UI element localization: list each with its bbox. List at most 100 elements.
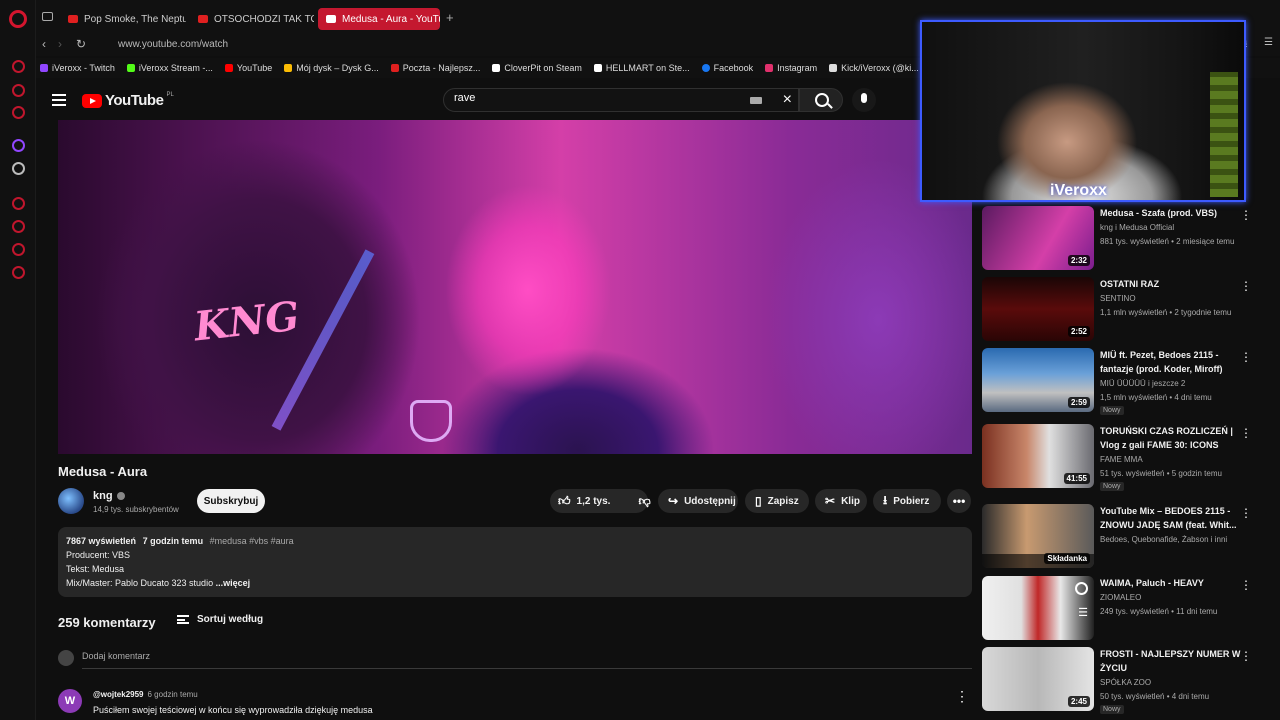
more-options-icon[interactable]: ⋮ bbox=[1240, 506, 1252, 520]
bookmark-item[interactable]: CloverPit on Steam bbox=[492, 63, 582, 73]
new-tab-button[interactable]: + bbox=[446, 10, 454, 25]
bookmark-item[interactable]: iVeroxx - Twitch bbox=[40, 63, 115, 73]
recommendation-channel[interactable]: SENTINO bbox=[1100, 294, 1136, 303]
search-button[interactable] bbox=[799, 88, 843, 112]
recommendation-item[interactable]: ☰ WAIMA, Paluch - HEAVY ZIOMALEO 249 tys… bbox=[982, 576, 1272, 642]
more-options-icon[interactable]: ⋮ bbox=[1240, 279, 1252, 293]
tab-otsochodzi[interactable]: OTSOCHODZI TAK TO LE bbox=[190, 8, 314, 30]
download-button[interactable]: ⭳ Pobierz bbox=[873, 489, 941, 513]
more-options-icon[interactable]: ⋮ bbox=[1240, 208, 1252, 222]
channel-name[interactable]: kng bbox=[93, 490, 125, 502]
video-thumbnail[interactable]: 2:45 bbox=[982, 647, 1094, 711]
reload-icon[interactable]: ↻ bbox=[76, 37, 86, 51]
voice-search-icon[interactable] bbox=[852, 88, 876, 112]
recommendation-title[interactable]: MIÜ ft. Pezet, Bedoes 2115 - fantazje (p… bbox=[1100, 348, 1242, 376]
show-more-link[interactable]: ...więcej bbox=[216, 578, 251, 588]
more-options-icon[interactable]: ⋮ bbox=[1240, 578, 1252, 592]
dislike-button[interactable]: 👎︎ bbox=[638, 494, 650, 509]
sidebar-app-icon[interactable] bbox=[12, 106, 25, 119]
recommendation-item[interactable]: Składanka YouTube Mix – BEDOES 2115 - ZN… bbox=[982, 504, 1272, 570]
video-thumbnail[interactable]: 2:59 bbox=[982, 348, 1094, 412]
duration-badge: 2:32 bbox=[1067, 255, 1090, 266]
bookmark-item[interactable]: Instagram bbox=[765, 63, 817, 73]
recommendation-item[interactable]: 2:59 MIÜ ft. Pezet, Bedoes 2115 - fantaz… bbox=[982, 348, 1272, 415]
description-box[interactable]: 7867 wyświetleń 7 godzin temu #medusa #v… bbox=[58, 527, 972, 597]
sort-icon bbox=[177, 615, 189, 624]
instagram-icon bbox=[765, 64, 774, 72]
recommendation-title[interactable]: FROSTI - NAJLEPSZY NUMER W ŻYCIU bbox=[1100, 647, 1242, 675]
history-icon[interactable] bbox=[12, 220, 25, 233]
settings-icon[interactable] bbox=[12, 266, 25, 279]
sort-comments-button[interactable]: Sortuj według bbox=[177, 614, 263, 625]
comment-author[interactable]: @wojtek2959 6 godzin temu bbox=[93, 690, 198, 699]
opera-logo-icon[interactable] bbox=[9, 10, 27, 28]
recommendation-channel[interactable]: ZIOMALEO bbox=[1100, 593, 1141, 602]
sidebar-player-icon[interactable] bbox=[12, 197, 25, 210]
video-thumbnail[interactable]: ☰ bbox=[982, 576, 1094, 640]
more-options-icon[interactable]: ⋮ bbox=[1240, 649, 1252, 663]
duration-badge: 2:52 bbox=[1067, 326, 1090, 337]
comment-menu-icon[interactable]: ⋮ bbox=[955, 688, 969, 705]
recommendation-item[interactable]: 2:32 Medusa - Szafa (prod. VBS) kng i Me… bbox=[982, 206, 1272, 272]
clear-search-icon[interactable]: × bbox=[783, 91, 792, 109]
recommendation-title[interactable]: Medusa - Szafa (prod. VBS) bbox=[1100, 206, 1242, 220]
sidebar-app-icon[interactable] bbox=[12, 84, 25, 97]
share-button[interactable]: ↪ Udostępnij bbox=[658, 489, 738, 513]
browser-sidebar bbox=[0, 0, 36, 720]
mail-icon bbox=[390, 64, 399, 72]
recommendation-channel[interactable]: kng i Medusa Official bbox=[1100, 223, 1174, 232]
recommendation-channel[interactable]: SPÓŁKA ZOO bbox=[1100, 678, 1151, 687]
hamburger-menu-icon[interactable] bbox=[52, 94, 66, 106]
recommendation-title[interactable]: YouTube Mix – BEDOES 2115 - ZNOWU JADĘ S… bbox=[1100, 504, 1242, 532]
recommendation-title[interactable]: WAIMA, Paluch - HEAVY bbox=[1100, 576, 1242, 590]
video-thumbnail[interactable]: 2:32 bbox=[982, 206, 1094, 270]
recommendation-item[interactable]: 41:55 TORUŃSKI CZAS ROZLICZEŃ | Vlog z g… bbox=[982, 424, 1272, 491]
more-options-icon[interactable]: ⋮ bbox=[1240, 350, 1252, 364]
hashtags[interactable]: #medusa #vbs #aura bbox=[210, 536, 294, 546]
subscribe-button[interactable]: Subskrybuj bbox=[197, 489, 265, 513]
video-player[interactable]: KNG bbox=[58, 120, 972, 454]
bookmark-item[interactable]: Facebook bbox=[701, 63, 753, 73]
back-icon[interactable]: ‹ bbox=[42, 37, 46, 51]
bookmark-item[interactable]: Poczta - Najlepsz... bbox=[390, 63, 480, 73]
add-comment-input[interactable]: Dodaj komentarz bbox=[82, 651, 972, 669]
recommendation-title[interactable]: TORUŃSKI CZAS ROZLICZEŃ | Vlog z gali FA… bbox=[1100, 424, 1242, 452]
recommendation-channel[interactable]: MIÜ ÜÜÜÜÜ i jeszcze 2 bbox=[1100, 379, 1185, 388]
twitch-icon[interactable] bbox=[12, 139, 25, 152]
x-icon[interactable] bbox=[12, 162, 25, 175]
recommendation-title[interactable]: OSTATNI RAZ bbox=[1100, 277, 1242, 291]
youtube-logo[interactable]: YouTube PL bbox=[82, 92, 174, 109]
sidebar-messenger-icon[interactable] bbox=[12, 60, 25, 73]
tab-medusa-aura[interactable]: Medusa - Aura - YouTu bbox=[318, 8, 440, 30]
video-thumbnail[interactable]: 2:52 bbox=[982, 277, 1094, 341]
bookmark-item[interactable]: HELLMART on Ste... bbox=[593, 63, 690, 73]
tab-menu-icon[interactable] bbox=[42, 12, 53, 21]
keyboard-icon[interactable] bbox=[750, 97, 762, 104]
watch-later-icon[interactable] bbox=[1075, 582, 1088, 595]
more-actions-button[interactable]: ••• bbox=[947, 489, 971, 513]
search-input[interactable] bbox=[454, 92, 754, 104]
channel-avatar[interactable] bbox=[58, 488, 84, 514]
like-button[interactable]: 👍︎ 1,2 tys. bbox=[550, 489, 610, 513]
forward-icon[interactable]: › bbox=[58, 37, 62, 51]
video-thumbnail[interactable]: 41:55 bbox=[982, 424, 1094, 488]
tab-pop-smoke[interactable]: Pop Smoke, The Neptunes bbox=[60, 8, 186, 30]
save-button[interactable]: ▯ Zapisz bbox=[745, 489, 809, 513]
more-options-icon[interactable]: ⋮ bbox=[1240, 426, 1252, 440]
bookmark-item[interactable]: Mój dysk – Dysk G... bbox=[284, 63, 379, 73]
recommendation-channel[interactable]: FAME MMA bbox=[1100, 455, 1143, 464]
sidebar-app-icon[interactable] bbox=[12, 243, 25, 256]
bookmark-item[interactable]: YouTube bbox=[224, 63, 272, 73]
comment-avatar[interactable]: W bbox=[58, 689, 82, 713]
recommendation-item[interactable]: 2:45 FROSTI - NAJLEPSZY NUMER W ŻYCIU SP… bbox=[982, 647, 1272, 714]
twitch-icon bbox=[40, 64, 48, 72]
clip-button[interactable]: ✂ Klip bbox=[815, 489, 867, 513]
url-field[interactable]: www.youtube.com/watch bbox=[118, 39, 228, 50]
video-thumbnail[interactable]: Składanka bbox=[982, 504, 1094, 568]
recommendation-item[interactable]: 2:52 OSTATNI RAZ SENTINO 1,1 mln wyświet… bbox=[982, 277, 1272, 343]
add-to-queue-icon[interactable]: ☰ bbox=[1078, 606, 1088, 619]
bookmark-item[interactable]: iVeroxx Stream -... bbox=[126, 63, 213, 73]
bookmark-item[interactable]: Kick/iVeroxx (@ki... bbox=[829, 63, 919, 73]
recommendation-channel[interactable]: Bedoes, Quebonafide, Żabson i inni bbox=[1100, 535, 1227, 544]
menu-icon[interactable]: ☰ bbox=[1264, 37, 1273, 48]
